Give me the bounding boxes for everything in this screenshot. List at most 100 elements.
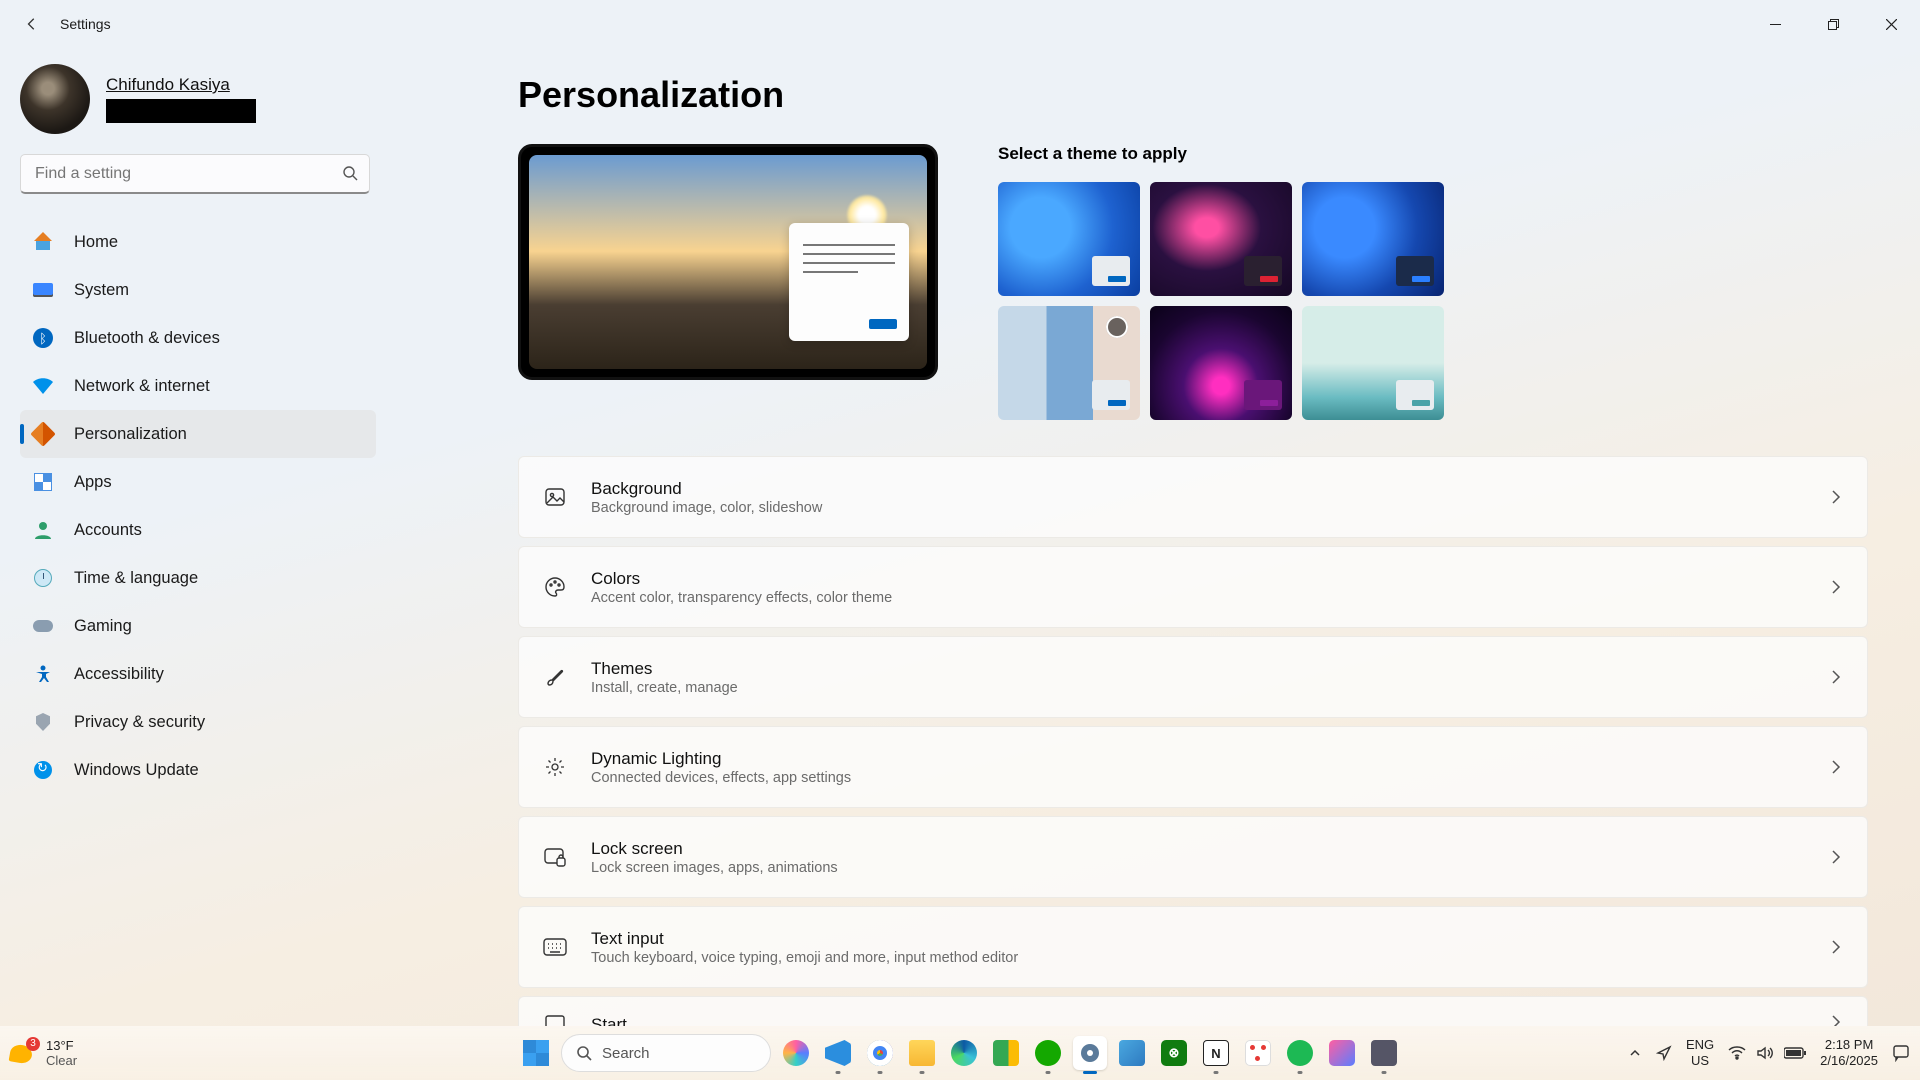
- row-dynamic-lighting[interactable]: Dynamic LightingConnected devices, effec…: [518, 726, 1868, 808]
- avatar: [20, 64, 90, 134]
- wifi-icon: [32, 375, 54, 397]
- nav-apps[interactable]: Apps: [20, 458, 376, 506]
- chevron-right-icon: [1829, 490, 1843, 504]
- nav-privacy[interactable]: Privacy & security: [20, 698, 376, 746]
- nav-home[interactable]: Home: [20, 218, 376, 266]
- nav-bluetooth[interactable]: ᛒBluetooth & devices: [20, 314, 376, 362]
- taskbar-app-gray[interactable]: [1367, 1036, 1401, 1070]
- palette-icon: [539, 576, 571, 598]
- themes-heading: Select a theme to apply: [998, 144, 1444, 164]
- nav-accounts[interactable]: Accounts: [20, 506, 376, 554]
- chevron-right-icon: [1829, 850, 1843, 864]
- tray-network-sound-battery[interactable]: [1728, 1046, 1806, 1060]
- nav-accessibility[interactable]: Accessibility: [20, 650, 376, 698]
- search-icon: [576, 1045, 592, 1061]
- taskbar-app-red[interactable]: [1241, 1036, 1275, 1070]
- speaker-icon: [1756, 1046, 1774, 1060]
- desktop-preview[interactable]: [518, 144, 938, 380]
- profile-block[interactable]: Chifundo Kasiya: [20, 64, 376, 134]
- shield-icon: [32, 711, 54, 733]
- keyboard-icon: [539, 938, 571, 956]
- clock-icon: [32, 567, 54, 589]
- profile-email-redacted: [106, 99, 256, 123]
- chevron-right-icon: [1829, 760, 1843, 774]
- row-background[interactable]: BackgroundBackground image, color, slide…: [518, 456, 1868, 538]
- maximize-button[interactable]: [1804, 4, 1862, 44]
- sidebar: Chifundo Kasiya Home System ᛒBluetooth &…: [0, 48, 390, 1026]
- row-text-input[interactable]: Text inputTouch keyboard, voice typing, …: [518, 906, 1868, 988]
- theme-option-2[interactable]: [1150, 182, 1292, 296]
- taskbar-copilot[interactable]: [779, 1036, 813, 1070]
- taskbar-spotify[interactable]: [1283, 1036, 1317, 1070]
- chevron-right-icon: [1829, 940, 1843, 954]
- theme-option-3[interactable]: [1302, 182, 1444, 296]
- nav-personalization[interactable]: Personalization: [20, 410, 376, 458]
- minimize-button[interactable]: [1746, 4, 1804, 44]
- light-icon: [539, 756, 571, 778]
- taskbar-app-blue[interactable]: [1325, 1036, 1359, 1070]
- search-input[interactable]: [20, 154, 370, 194]
- page-title: Personalization: [518, 74, 1876, 116]
- close-button[interactable]: [1862, 4, 1920, 44]
- theme-option-1[interactable]: [998, 182, 1140, 296]
- taskbar-vscode[interactable]: [821, 1036, 855, 1070]
- person-icon: [32, 519, 54, 541]
- apps-icon: [32, 471, 54, 493]
- paintbrush-icon: [32, 423, 54, 445]
- taskbar-search[interactable]: Search: [561, 1034, 771, 1072]
- main-content: Personalization Select a theme to apply: [390, 48, 1920, 1026]
- nav-gaming[interactable]: Gaming: [20, 602, 376, 650]
- tray-clock[interactable]: 2:18 PM2/16/2025: [1820, 1037, 1878, 1068]
- row-themes[interactable]: ThemesInstall, create, manage: [518, 636, 1868, 718]
- lock-screen-icon: [539, 846, 571, 868]
- nav-network[interactable]: Network & internet: [20, 362, 376, 410]
- weather-icon: 3: [10, 1039, 38, 1067]
- update-icon: [32, 759, 54, 781]
- chevron-right-icon: [1829, 670, 1843, 684]
- tray-location-icon[interactable]: [1656, 1045, 1672, 1061]
- theme-option-5[interactable]: [1150, 306, 1292, 420]
- taskbar-notion[interactable]: N: [1199, 1036, 1233, 1070]
- window-controls: [1746, 4, 1920, 44]
- taskbar-settings[interactable]: [1073, 1036, 1107, 1070]
- home-icon: [32, 231, 54, 253]
- bluetooth-icon: ᛒ: [32, 327, 54, 349]
- nav-system[interactable]: System: [20, 266, 376, 314]
- tray-language[interactable]: ENGUS: [1686, 1037, 1714, 1068]
- brush-icon: [539, 666, 571, 688]
- taskbar-upwork[interactable]: [1031, 1036, 1065, 1070]
- tray-notifications[interactable]: [1892, 1044, 1910, 1062]
- theme-option-4[interactable]: [998, 306, 1140, 420]
- wifi-icon: [1728, 1046, 1746, 1060]
- search-icon: [342, 165, 358, 181]
- system-icon: [32, 279, 54, 301]
- title-bar: Settings: [0, 0, 1920, 48]
- nav-time[interactable]: Time & language: [20, 554, 376, 602]
- start-button[interactable]: [519, 1036, 553, 1070]
- row-start[interactable]: Start: [518, 996, 1868, 1026]
- taskbar-explorer[interactable]: [905, 1036, 939, 1070]
- taskbar-edge[interactable]: [947, 1036, 981, 1070]
- tray-overflow[interactable]: [1628, 1046, 1642, 1060]
- nav-update[interactable]: Windows Update: [20, 746, 376, 794]
- taskbar-meet[interactable]: [989, 1036, 1023, 1070]
- back-button[interactable]: [16, 8, 48, 40]
- taskbar-photos[interactable]: [1115, 1036, 1149, 1070]
- theme-option-6[interactable]: [1302, 306, 1444, 420]
- window-title: Settings: [60, 16, 111, 32]
- battery-icon: [1784, 1047, 1806, 1059]
- chevron-right-icon: [1829, 580, 1843, 594]
- gamepad-icon: [32, 615, 54, 637]
- accessibility-icon: [32, 663, 54, 685]
- image-icon: [539, 486, 571, 508]
- taskbar: 3 13°F Clear Search ⊗ N ENGUS: [0, 1026, 1920, 1080]
- profile-name: Chifundo Kasiya: [106, 75, 256, 95]
- taskbar-weather[interactable]: 3 13°F Clear: [10, 1038, 140, 1068]
- search-box[interactable]: [20, 154, 376, 194]
- row-colors[interactable]: ColorsAccent color, transparency effects…: [518, 546, 1868, 628]
- start-icon: [539, 1015, 571, 1026]
- taskbar-chrome[interactable]: [863, 1036, 897, 1070]
- chevron-right-icon: [1829, 1015, 1843, 1026]
- row-lock-screen[interactable]: Lock screenLock screen images, apps, ani…: [518, 816, 1868, 898]
- taskbar-xbox[interactable]: ⊗: [1157, 1036, 1191, 1070]
